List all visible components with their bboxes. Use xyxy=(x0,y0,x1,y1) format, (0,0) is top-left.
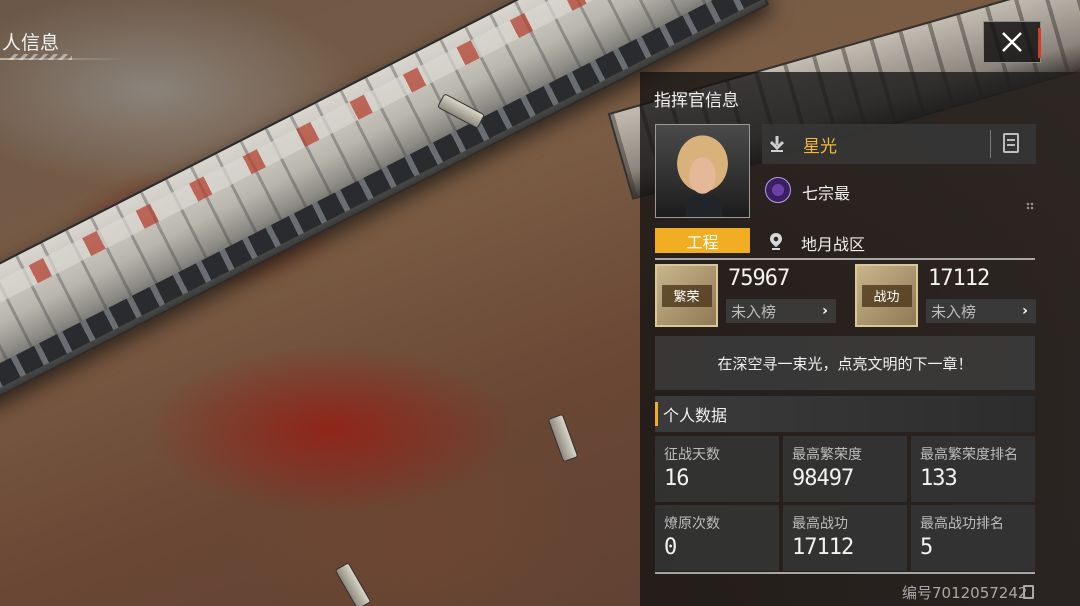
stat-label: 燎原次数 xyxy=(664,516,720,532)
stat-value: 16 xyxy=(664,466,689,491)
stat-value: 5 xyxy=(920,535,933,560)
divider xyxy=(655,572,1035,574)
alliance-name[interactable]: 七宗最 xyxy=(802,180,850,204)
player-name: 星光 xyxy=(803,137,837,157)
slogan: 在深空寻一束光，点亮文明的下一章！ xyxy=(655,336,1035,390)
location-pin-icon xyxy=(770,233,782,250)
document-icon[interactable] xyxy=(1003,133,1019,153)
name-divider xyxy=(990,130,991,158)
prosperity-rank-button[interactable]: 未入榜 › xyxy=(726,299,836,323)
stat-label: 最高战功排名 xyxy=(920,516,1004,532)
stat-cell: 最高繁荣度 98497 xyxy=(783,436,907,502)
player-id: 编号7012057242 xyxy=(902,584,1028,602)
corner-decoration xyxy=(1026,202,1034,210)
personal-data-heading: 个人数据 xyxy=(655,396,1035,432)
stat-cell: 征战天数 16 xyxy=(655,436,779,502)
stat-cell: 最高战功排名 5 xyxy=(911,505,1035,571)
stat-value: 17112 xyxy=(792,535,854,560)
alliance-emblem-icon xyxy=(765,177,791,203)
close-icon xyxy=(1002,32,1022,52)
stat-cell: 最高繁荣度排名 133 xyxy=(911,436,1035,502)
prosperity-badge-label: 繁荣 xyxy=(661,284,712,307)
stat-cell: 燎原次数 0 xyxy=(655,505,779,571)
chevron-right-icon: › xyxy=(822,303,828,319)
stat-label: 最高繁荣度排名 xyxy=(920,447,1018,463)
close-button[interactable] xyxy=(983,21,1041,63)
background-ship xyxy=(334,562,372,606)
background-ship xyxy=(547,413,579,463)
merit-value: 17112 xyxy=(928,266,990,291)
stat-value: 98497 xyxy=(792,466,854,491)
merit-rank-button[interactable]: 未入榜 › xyxy=(926,299,1036,323)
stat-value: 133 xyxy=(920,466,958,491)
page-title: 人信息 xyxy=(2,32,60,54)
stat-label: 最高繁荣度 xyxy=(792,447,862,463)
prosperity-badge: 繁荣 xyxy=(655,264,718,327)
copy-icon[interactable] xyxy=(1023,585,1034,599)
divider xyxy=(655,258,1035,260)
stat-label: 最高战功 xyxy=(792,516,848,532)
zone-name: 地月战区 xyxy=(801,235,866,254)
merit-badge: 战功 xyxy=(855,264,918,327)
rank-chevron-icon xyxy=(769,136,785,152)
role-tag: 工程 xyxy=(655,228,750,253)
merit-rank-label: 未入榜 xyxy=(931,302,977,321)
title-decoration xyxy=(8,54,72,60)
prosperity-value: 75967 xyxy=(728,266,790,291)
merit-badge-label: 战功 xyxy=(861,284,912,307)
stat-label: 征战天数 xyxy=(664,447,720,463)
prosperity-rank-label: 未入榜 xyxy=(731,302,777,321)
avatar[interactable] xyxy=(655,124,750,218)
chevron-right-icon: › xyxy=(1022,303,1028,319)
stat-cell: 最高战功 17112 xyxy=(783,505,907,571)
stat-value: 0 xyxy=(664,535,677,560)
panel-title: 指挥官信息 xyxy=(654,91,739,111)
